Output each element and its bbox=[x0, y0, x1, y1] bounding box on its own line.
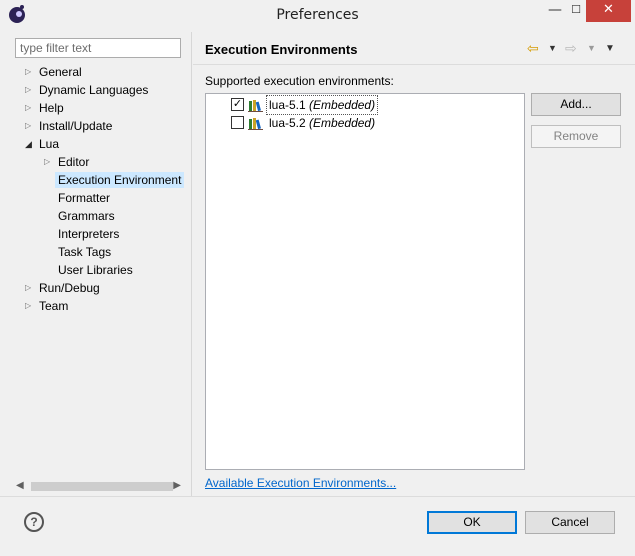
tree-item-label: Formatter bbox=[58, 191, 111, 205]
expand-closed-icon[interactable]: ▷ bbox=[25, 297, 35, 315]
tree-item-label: User Libraries bbox=[58, 263, 133, 277]
tree-item-label: Run/Debug bbox=[39, 281, 100, 295]
tree-item[interactable]: Task Tags bbox=[58, 243, 111, 261]
minimize-button[interactable]: — bbox=[545, 0, 565, 22]
tree-item[interactable]: ▷ Editor bbox=[44, 153, 90, 171]
expand-closed-icon[interactable]: ▷ bbox=[25, 81, 35, 99]
ok-button[interactable]: OK bbox=[427, 511, 517, 534]
window-title: Preferences bbox=[276, 7, 359, 23]
tree-item[interactable]: Formatter bbox=[58, 189, 110, 207]
back-history-dropdown-icon[interactable]: ▼ bbox=[548, 43, 557, 53]
scrollbar-thumb[interactable] bbox=[31, 482, 173, 491]
page-title: Execution Environments bbox=[205, 42, 358, 57]
header-separator bbox=[193, 64, 635, 65]
tree-horizontal-scrollbar[interactable]: ◀ ▶ bbox=[14, 478, 185, 495]
available-environments-link[interactable]: Available Execution Environments... bbox=[205, 476, 396, 490]
tree-item[interactable]: User Libraries bbox=[58, 261, 133, 279]
environment-tag: (Embedded) bbox=[309, 116, 376, 130]
tree-item-label: Editor bbox=[58, 155, 90, 169]
tree-item-label: Help bbox=[39, 101, 64, 115]
environment-name: lua-5.1 bbox=[269, 98, 306, 112]
expand-closed-icon[interactable]: ▷ bbox=[44, 153, 54, 171]
tree-item[interactable]: ▷ Install/Update bbox=[25, 117, 113, 135]
tree-item-label: Team bbox=[39, 299, 69, 313]
tree-item-label: General bbox=[39, 65, 82, 79]
arrow-right-icon: ⇨ bbox=[565, 40, 577, 56]
tree-item[interactable]: Grammars bbox=[58, 207, 115, 225]
environment-label: lua-5.2 (Embedded) bbox=[269, 114, 375, 132]
environment-name: lua-5.2 bbox=[269, 116, 306, 130]
close-button[interactable]: ✕ bbox=[586, 0, 631, 22]
forward-history-dropdown-icon: ▼ bbox=[587, 43, 596, 53]
environment-checkbox[interactable]: ✓ bbox=[231, 98, 244, 111]
scroll-left-icon[interactable]: ◀ bbox=[16, 480, 24, 491]
tree-item[interactable]: ▷ General bbox=[25, 63, 82, 81]
expand-open-icon[interactable]: ◢ bbox=[25, 135, 35, 153]
tree-item[interactable]: Interpreters bbox=[58, 225, 119, 243]
tree-item[interactable]: ▷ Run/Debug bbox=[25, 279, 100, 297]
expand-closed-icon[interactable]: ▷ bbox=[25, 117, 35, 135]
expand-closed-icon[interactable]: ▷ bbox=[25, 63, 35, 81]
tree-item[interactable]: Execution Environment bbox=[55, 171, 185, 189]
tree-item-label: Lua bbox=[39, 137, 60, 151]
help-icon[interactable]: ? bbox=[24, 512, 44, 532]
tree-item-label: Execution Environment bbox=[55, 172, 185, 188]
library-books-icon bbox=[248, 100, 263, 112]
maximize-button[interactable]: ☐ bbox=[566, 0, 586, 22]
library-books-icon bbox=[248, 118, 263, 130]
scroll-right-icon[interactable]: ▶ bbox=[173, 480, 181, 491]
environment-tag: (Embedded) bbox=[309, 98, 376, 112]
filter-input[interactable] bbox=[15, 38, 181, 58]
pane-divider[interactable] bbox=[191, 32, 192, 496]
tree-item[interactable]: ◢ Lua bbox=[25, 135, 60, 153]
tree-item[interactable]: ▷ Dynamic Languages bbox=[25, 81, 149, 99]
section-label: Supported execution environments: bbox=[205, 74, 394, 88]
tree-item[interactable]: ▷ Team bbox=[25, 297, 69, 315]
tree-item-label: Task Tags bbox=[58, 245, 112, 259]
tree-item[interactable]: ▷ Help bbox=[25, 99, 64, 117]
tree-item-label: Grammars bbox=[58, 209, 115, 223]
tree-item-label: Dynamic Languages bbox=[39, 83, 149, 97]
environment-label: lua-5.1 (Embedded) bbox=[265, 95, 379, 115]
title-bar: Preferences — ☐ ✕ bbox=[0, 0, 635, 31]
environment-checkbox[interactable] bbox=[231, 116, 244, 129]
arrow-left-icon[interactable]: ⇦ bbox=[527, 40, 539, 57]
cancel-button[interactable]: Cancel bbox=[525, 511, 615, 534]
tree-item-label: Interpreters bbox=[58, 227, 120, 241]
expand-closed-icon[interactable]: ▷ bbox=[25, 99, 35, 117]
remove-button: Remove bbox=[531, 125, 621, 148]
add-button[interactable]: Add... bbox=[531, 93, 621, 116]
expand-closed-icon[interactable]: ▷ bbox=[25, 279, 35, 297]
environment-list[interactable]: ✓ lua-5.1 (Embedded) lua-5.2 (Embedded) bbox=[205, 93, 525, 470]
view-menu-icon[interactable]: ▼ bbox=[605, 43, 615, 54]
tree-item-label: Install/Update bbox=[39, 119, 113, 133]
footer-separator bbox=[0, 496, 635, 497]
